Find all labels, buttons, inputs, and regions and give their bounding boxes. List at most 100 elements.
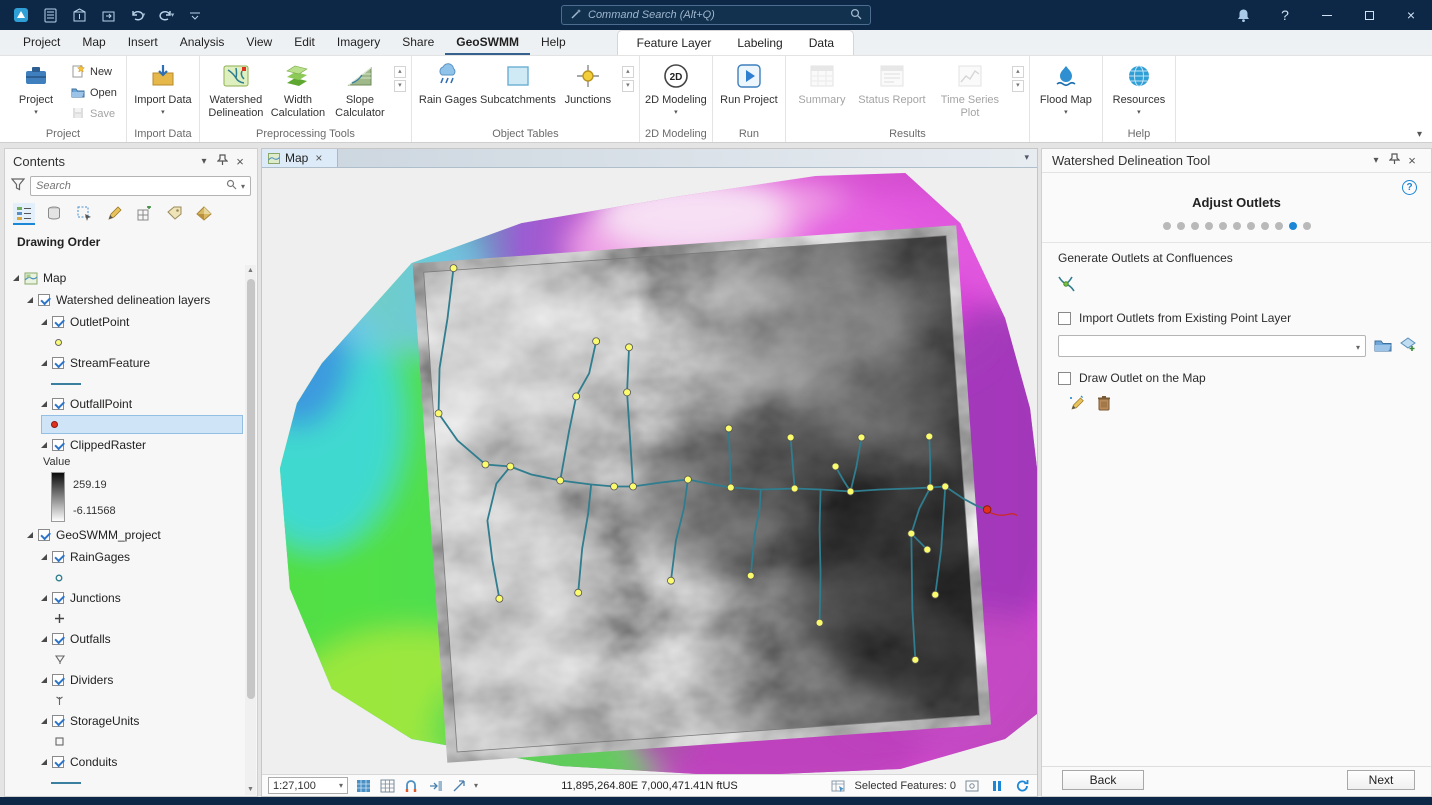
layer-visibility-checkbox[interactable]	[38, 294, 50, 306]
rain-gages-button[interactable]: Rain Gages	[417, 58, 479, 107]
collapse-icon[interactable]	[41, 319, 47, 325]
snapping-toggle-icon[interactable]	[402, 777, 420, 794]
scroll-up-icon[interactable]: ▲	[245, 265, 256, 276]
map-tab[interactable]: Map ×	[262, 149, 338, 167]
close-button[interactable]: ×	[1390, 0, 1432, 30]
layer-visibility-checkbox[interactable]	[52, 592, 64, 604]
layer-visibility-checkbox[interactable]	[38, 529, 50, 541]
notifications-bell-icon[interactable]	[1222, 0, 1264, 30]
storageunits-symbol[interactable]	[7, 732, 244, 751]
tool-help-icon[interactable]: ?	[1402, 180, 1417, 195]
tab-list-chevron-icon[interactable]: ▾	[1024, 149, 1037, 167]
layer-visibility-checkbox[interactable]	[52, 551, 64, 563]
close-pane-icon[interactable]: ×	[231, 154, 249, 169]
next-button[interactable]: Next	[1347, 770, 1415, 790]
dividers-symbol[interactable]	[7, 691, 244, 710]
tree-item-watershed-delineation-layers[interactable]: Watershed delineation layers	[7, 289, 244, 311]
list-by-labeling-icon[interactable]	[163, 203, 185, 225]
layer-visibility-checkbox[interactable]	[52, 633, 64, 645]
layer-visibility-checkbox[interactable]	[52, 674, 64, 686]
browse-folder-icon[interactable]	[1374, 337, 1392, 355]
contents-search-box[interactable]: ▾	[30, 176, 251, 196]
collapse-icon[interactable]	[41, 636, 47, 642]
flip-layout-icon[interactable]	[426, 777, 444, 794]
pin-icon[interactable]	[1385, 153, 1403, 168]
command-search[interactable]: Command Search (Alt+Q)	[561, 5, 871, 25]
layer-visibility-checkbox[interactable]	[52, 316, 64, 328]
generate-confluence-outlets-button[interactable]	[1054, 273, 1078, 295]
maximize-button[interactable]	[1348, 0, 1390, 30]
tree-item-geoswmm-project[interactable]: GeoSWMM_project	[7, 524, 244, 546]
tab-help[interactable]: Help	[530, 30, 577, 55]
close-tab-icon[interactable]: ×	[315, 151, 322, 165]
help-icon[interactable]: ?	[1264, 0, 1306, 30]
slope-calculator-button[interactable]: Slope Calculator	[329, 58, 391, 119]
tab-geoswmm[interactable]: GeoSWMM	[445, 30, 530, 55]
tree-item-streamfeature[interactable]: StreamFeature	[7, 352, 244, 374]
tree-item-outletpoint[interactable]: OutletPoint	[7, 311, 244, 333]
spatial-reference-icon[interactable]	[354, 777, 372, 794]
app-logo-icon[interactable]	[10, 5, 32, 25]
scroll-up-icon[interactable]: ▴	[622, 66, 634, 78]
group-scroll-arrows[interactable]: ▴▾	[1012, 58, 1024, 92]
pane-menu-chevron-icon[interactable]: ▾	[195, 156, 213, 167]
map-canvas[interactable]	[262, 168, 1037, 776]
collapse-icon[interactable]	[41, 759, 47, 765]
scale-select[interactable]: 1:27,100 ▾	[268, 777, 348, 794]
project-button[interactable]: Project ▾	[5, 58, 67, 116]
tab-project[interactable]: Project	[12, 30, 71, 55]
pane-menu-chevron-icon[interactable]: ▾	[1367, 155, 1385, 166]
close-pane-icon[interactable]: ×	[1403, 153, 1421, 168]
new-button[interactable]: New	[67, 63, 121, 81]
contents-search-input[interactable]	[36, 180, 222, 192]
junctions-button[interactable]: Junctions	[557, 58, 619, 107]
group-scroll-arrows[interactable]: ▴▾	[622, 58, 634, 92]
navigate-icon[interactable]	[450, 777, 468, 794]
delete-outlet-trash-icon[interactable]	[1097, 395, 1111, 414]
undo-icon[interactable]: ▾	[126, 5, 148, 25]
collapse-icon[interactable]	[13, 275, 19, 281]
pause-drawing-icon[interactable]	[988, 777, 1006, 794]
pin-icon[interactable]	[213, 154, 231, 169]
collapse-icon[interactable]	[41, 401, 47, 407]
list-by-editing-icon[interactable]	[103, 203, 125, 225]
summary-button[interactable]: Summary	[791, 58, 853, 107]
point-layer-combobox[interactable]: ▾	[1058, 335, 1366, 357]
tree-item-conduits[interactable]: Conduits	[7, 751, 244, 773]
time-series-plot-button[interactable]: Time Series Plot	[931, 58, 1009, 119]
minimize-button[interactable]	[1306, 0, 1348, 30]
list-by-selection-icon[interactable]	[73, 203, 95, 225]
collapse-ribbon-icon[interactable]: ▾	[1417, 129, 1422, 140]
tab-share[interactable]: Share	[391, 30, 445, 55]
scroll-down-icon[interactable]: ▼	[245, 784, 256, 795]
raingages-symbol[interactable]	[7, 568, 244, 587]
2d-modeling-button[interactable]: 2D 2D Modeling ▾	[645, 58, 707, 116]
notebook-icon[interactable]	[39, 5, 61, 25]
draw-outlet-pencil-icon[interactable]	[1068, 395, 1085, 414]
tree-item-junctions[interactable]: Junctions	[7, 587, 244, 609]
import-outlets-checkbox[interactable]	[1058, 312, 1071, 325]
collapse-icon[interactable]	[41, 442, 47, 448]
tree-item-map[interactable]: Map	[7, 267, 244, 289]
resources-button[interactable]: Resources ▾	[1108, 58, 1170, 116]
outfallpoint-symbol-selected[interactable]	[41, 415, 243, 434]
collapse-icon[interactable]	[41, 677, 47, 683]
status-tools-chevron-icon[interactable]: ▾	[474, 781, 478, 790]
contents-scrollbar[interactable]: ▲ ▼	[245, 265, 256, 795]
draw-outlet-checkbox[interactable]	[1058, 372, 1071, 385]
layer-visibility-checkbox[interactable]	[52, 756, 64, 768]
scroll-up-icon[interactable]: ▴	[1012, 66, 1024, 78]
status-report-button[interactable]: Status Report	[853, 58, 931, 107]
tree-item-dividers[interactable]: Dividers	[7, 669, 244, 691]
refresh-icon[interactable]	[1013, 777, 1031, 794]
collapse-icon[interactable]	[41, 360, 47, 366]
scroll-thumb[interactable]	[247, 279, 255, 699]
layer-visibility-checkbox[interactable]	[52, 439, 64, 451]
run-project-button[interactable]: Run Project	[718, 58, 780, 107]
list-by-perspective-icon[interactable]	[193, 203, 215, 225]
package-export-icon[interactable]	[97, 5, 119, 25]
list-by-data-source-icon[interactable]	[43, 203, 65, 225]
junctions-symbol[interactable]	[7, 609, 244, 628]
redo-icon[interactable]: ▾	[155, 5, 177, 25]
tree-item-storageunits[interactable]: StorageUnits	[7, 710, 244, 732]
